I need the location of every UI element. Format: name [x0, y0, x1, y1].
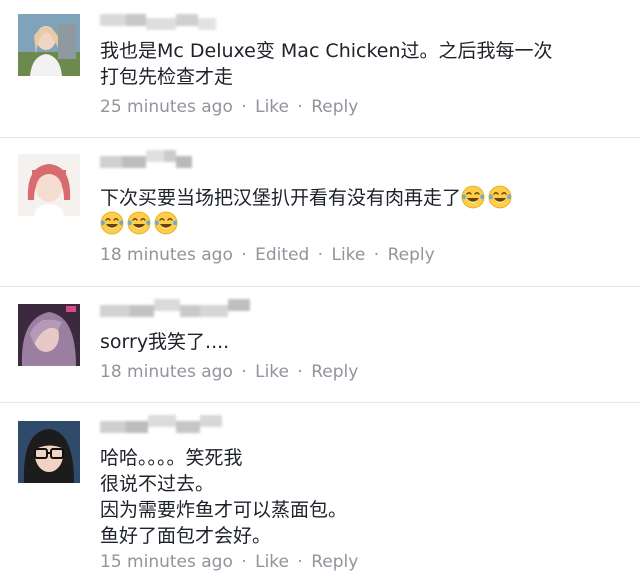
comment-text-line: 下次买要当场把汉堡扒开看有没有肉再走了 — [100, 185, 515, 211]
comment-meta: 18 minutes ago · Edited · Like · Reply — [100, 244, 435, 266]
separator-dot: · — [297, 362, 303, 382]
comment-text: sorry我笑了.... — [100, 329, 229, 355]
comment: sorry我笑了.... 18 minutes ago · Like · Rep… — [0, 287, 640, 403]
reply-link[interactable]: Reply — [311, 362, 358, 382]
like-link[interactable]: Like — [331, 245, 365, 265]
comment-text-line — [100, 211, 515, 237]
separator-dot: · — [297, 552, 303, 572]
comment-text-line: sorry我笑了.... — [100, 331, 230, 353]
comment-text-line: 很说不过去。 — [100, 473, 215, 495]
avatar[interactable] — [18, 14, 80, 76]
comment-text-line: 打包先检查才走 — [100, 66, 234, 88]
laughing-emoji-group — [100, 211, 181, 235]
author-name-blurred[interactable] — [100, 415, 222, 439]
comment-meta: 18 minutes ago · Like · Reply — [100, 361, 358, 383]
like-link[interactable]: Like — [255, 552, 289, 572]
avatar[interactable] — [18, 154, 80, 216]
face-with-tears-of-joy-icon — [127, 211, 151, 235]
separator-dot: · — [241, 245, 247, 265]
separator-dot: · — [241, 552, 247, 572]
comment-text-line: 因为需要炸鱼才可以蒸面包。 — [100, 499, 348, 521]
like-link[interactable]: Like — [255, 97, 289, 117]
comment-text: 哈哈。。。。笑死我 很说不过去。 因为需要炸鱼才可以蒸面包。 鱼好了面包才会好。 — [100, 445, 347, 549]
timestamp[interactable]: 25 minutes ago — [100, 97, 233, 117]
comment-text-segment: 下次买要当场把汉堡扒开看有没有肉再走了 — [100, 187, 462, 209]
reply-link[interactable]: Reply — [388, 245, 435, 265]
author-name-blurred[interactable] — [100, 299, 250, 323]
separator-dot: · — [373, 245, 380, 265]
face-with-tears-of-joy-icon — [488, 185, 512, 209]
laughing-emoji-group — [461, 185, 515, 209]
comment-list: 我也是Mc Deluxe变 Mac Chicken过。之后我每一次 打包先检查才… — [0, 0, 640, 586]
comment: 我也是Mc Deluxe变 Mac Chicken过。之后我每一次 打包先检查才… — [0, 0, 640, 138]
comment-text-line: 鱼好了面包才会好。 — [100, 525, 272, 547]
avatar[interactable] — [18, 304, 80, 366]
edited-link[interactable]: Edited — [255, 245, 309, 265]
author-name-blurred[interactable] — [100, 150, 192, 174]
separator-dot: · — [317, 245, 324, 265]
face-with-tears-of-joy-icon — [154, 211, 178, 235]
separator-dot: · — [241, 97, 247, 117]
reply-link[interactable]: Reply — [311, 97, 358, 117]
comment-text-line: 哈哈。。。。笑死我 — [100, 447, 243, 469]
avatar[interactable] — [18, 421, 80, 483]
like-link[interactable]: Like — [255, 362, 289, 382]
reply-link[interactable]: Reply — [311, 552, 358, 572]
comment: 哈哈。。。。笑死我 很说不过去。 因为需要炸鱼才可以蒸面包。 鱼好了面包才会好。… — [0, 403, 640, 586]
separator-dot: · — [297, 97, 303, 117]
timestamp[interactable]: 18 minutes ago — [100, 245, 233, 265]
comment-meta: 15 minutes ago · Like · Reply — [100, 551, 358, 573]
comment-text: 我也是Mc Deluxe变 Mac Chicken过。之后我每一次 打包先检查才… — [100, 38, 553, 90]
face-with-tears-of-joy-icon — [100, 211, 124, 235]
comment-meta: 25 minutes ago · Like · Reply — [100, 96, 358, 118]
separator-dot: · — [241, 362, 247, 382]
comment-text: 下次买要当场把汉堡扒开看有没有肉再走了 — [100, 185, 515, 237]
timestamp[interactable]: 18 minutes ago — [100, 362, 233, 382]
comment-text-line: 我也是Mc Deluxe变 Mac Chicken过。之后我每一次 — [100, 40, 553, 62]
comment: 下次买要当场把汉堡扒开看有没有肉再走了 18 minutes ago · Edi… — [0, 138, 640, 287]
author-name-blurred[interactable] — [100, 12, 216, 36]
face-with-tears-of-joy-icon — [461, 185, 485, 209]
timestamp[interactable]: 15 minutes ago — [100, 552, 233, 572]
